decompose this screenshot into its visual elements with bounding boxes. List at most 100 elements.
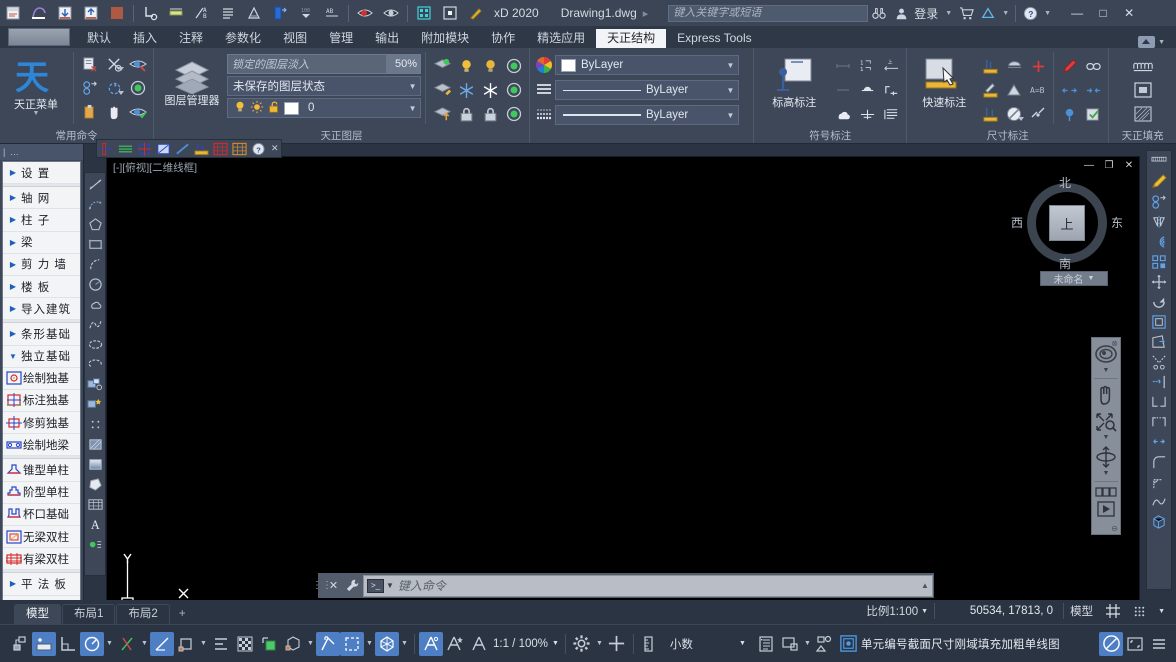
rotate-tool-icon[interactable] [1149, 292, 1169, 312]
object-color-caret-icon[interactable]: ▼ [723, 61, 738, 70]
paste-icon[interactable] [78, 100, 102, 124]
search-input[interactable] [673, 7, 864, 19]
orbit-caret-icon[interactable]: ▼ [1103, 470, 1110, 479]
expand-arrow-icon[interactable]: ▶ [5, 329, 21, 338]
signin-button[interactable]: 登录 [914, 5, 938, 22]
layer-on-bulb-icon[interactable] [454, 54, 478, 78]
transparency-icon[interactable] [233, 632, 257, 656]
palette-node-import-arch[interactable]: ▶ 导入建筑 [3, 298, 80, 321]
lock-ui-icon[interactable] [778, 632, 802, 656]
close-button[interactable]: ✕ [1116, 0, 1142, 26]
palette-node-column[interactable]: ▶ 柱 子 [3, 209, 80, 232]
gradient-icon[interactable] [85, 454, 105, 474]
layer-on-icon[interactable] [233, 100, 247, 117]
lineweight-display-icon[interactable] [340, 631, 364, 656]
drawing-close-button[interactable]: ✕ [1119, 158, 1139, 174]
object-lineweight-combo[interactable]: ByLayer ▼ [555, 105, 739, 125]
autodesk-logo-icon[interactable] [977, 1, 999, 25]
object-lineweight-caret-icon[interactable]: ▼ [723, 111, 738, 120]
tianzheng-feature-icon[interactable] [837, 632, 861, 656]
lock-ui-caret-icon[interactable]: ▼ [802, 640, 813, 647]
layer-all-on-icon[interactable] [502, 54, 526, 78]
expand-arrow-icon[interactable]: ▶ [5, 304, 21, 313]
hatch-solid-icon[interactable] [1131, 78, 1155, 102]
insert-block-icon[interactable] [85, 374, 105, 394]
tz-table-icon[interactable] [230, 140, 249, 157]
expand-arrow-icon[interactable]: ▶ [5, 282, 21, 291]
dim-arrows-in-icon[interactable] [1081, 78, 1105, 102]
tab-insert[interactable]: 插入 [122, 29, 168, 48]
qat-ab-icon[interactable]: AB [320, 1, 344, 25]
zoom-caret-icon[interactable]: ▼ [1103, 434, 1110, 443]
dim-check-icon[interactable] [1081, 102, 1105, 126]
layoutbar-more-caret-icon[interactable]: ▼ [1152, 606, 1171, 617]
expand-arrow-icon[interactable]: ▶ [5, 579, 21, 588]
hatch-tool-icon[interactable] [85, 434, 105, 454]
tab-layout2[interactable]: 布局2 [116, 604, 170, 624]
palette-node-shear-wall[interactable]: ▶ 剪 力 墙 [3, 254, 80, 276]
center-mark-icon[interactable] [855, 102, 879, 126]
mirror-tool-icon[interactable] [1149, 212, 1169, 232]
palette-item-dim-footing[interactable]: 标注独基 [3, 390, 80, 413]
customization-icon[interactable] [1127, 603, 1152, 620]
annotation-scale-caret-icon[interactable]: ▼ [552, 640, 559, 647]
user-account-icon[interactable] [890, 1, 912, 25]
dim-continue-icon[interactable] [978, 102, 1002, 126]
tab-manage[interactable]: 管理 [318, 29, 364, 48]
dim-disable-icon[interactable] [1002, 102, 1026, 126]
viewcube-top-face[interactable]: 上 [1049, 205, 1085, 241]
polygon-icon[interactable] [85, 214, 105, 234]
tab-parametric[interactable]: 参数化 [214, 29, 272, 48]
autoscale-annotation-icon[interactable] [443, 632, 467, 656]
layer-unlock-icon[interactable] [267, 100, 281, 117]
isometric-caret-icon[interactable]: ▼ [399, 640, 410, 647]
polar-caret-icon[interactable]: ▼ [139, 640, 150, 647]
erase-tool-icon[interactable] [1149, 172, 1169, 192]
palette-item-ground-beam[interactable]: 绘制地梁 [3, 434, 80, 457]
palette-item-draw-footing[interactable]: 绘制独基 [3, 368, 80, 390]
binoculars-icon[interactable] [868, 1, 890, 25]
qat-save-icon[interactable] [53, 1, 77, 25]
multileader-text-icon[interactable] [879, 102, 903, 126]
elevation-annotation-button[interactable]: 标高标注 [757, 54, 831, 111]
quick-properties-icon[interactable] [754, 632, 778, 656]
lineweight-icon[interactable] [533, 105, 555, 125]
infer-constraints-icon[interactable] [8, 632, 32, 656]
linetype-icon[interactable] [533, 80, 555, 100]
tab-default[interactable]: 默认 [76, 29, 122, 48]
leader-up-icon[interactable]: 上 [879, 54, 903, 78]
object-linetype-combo[interactable]: ByLayer ▼ [555, 80, 739, 100]
expand-arrow-icon[interactable]: ▶ [5, 168, 21, 177]
palette-node-strip-footing[interactable]: ▶ 条形基础 [3, 323, 80, 346]
ellipse-icon[interactable] [85, 334, 105, 354]
object-linetype-caret-icon[interactable]: ▼ [723, 86, 738, 95]
palette-node-axis-grid[interactable]: ▶ 轴 网 [3, 187, 80, 210]
tab-addins[interactable]: 附加模块 [410, 29, 480, 48]
layer-unlock-green-icon[interactable] [502, 102, 526, 126]
stretch-tool-icon[interactable] [1149, 332, 1169, 352]
ribbon-minimize-caret-icon[interactable]: ▼ [1158, 39, 1165, 46]
object-snap-icon[interactable] [150, 631, 174, 656]
ortho-mode-icon[interactable] [80, 631, 104, 656]
isolate-objects-icon[interactable] [813, 632, 837, 656]
pan-icon[interactable] [1092, 381, 1120, 409]
make-block-icon[interactable] [85, 394, 105, 414]
showmotion-thumbs-icon[interactable] [1092, 484, 1120, 500]
layer-state-caret-icon[interactable]: ▼ [405, 82, 420, 91]
drawing-minimize-button[interactable]: — [1079, 158, 1099, 174]
tz-help-icon[interactable]: ? [249, 140, 268, 157]
revcloud-icon[interactable] [85, 294, 105, 314]
copy-clip-icon[interactable] [102, 52, 126, 76]
coordinate-display[interactable]: 50534, 17813, 0 [934, 603, 1065, 619]
hatch-dense-icon[interactable] [1131, 102, 1155, 126]
dynamic-ucs-caret-icon[interactable]: ▼ [305, 640, 316, 647]
section-symbol-icon[interactable] [855, 78, 879, 102]
layer-unlock-all-icon[interactable] [478, 102, 502, 126]
grid-toggle-icon[interactable] [1099, 601, 1127, 621]
palette-node-flat-slab[interactable]: ▶ 平 法 板 [3, 573, 80, 596]
palette-node-beam[interactable]: ▶ 梁 [3, 232, 80, 254]
copy-tool-icon[interactable] [1149, 192, 1169, 212]
help-caret-icon[interactable]: ▼ [1044, 10, 1051, 17]
current-layer-combo[interactable]: 0 ▼ [227, 98, 422, 118]
qat-brush-icon[interactable] [464, 1, 488, 25]
